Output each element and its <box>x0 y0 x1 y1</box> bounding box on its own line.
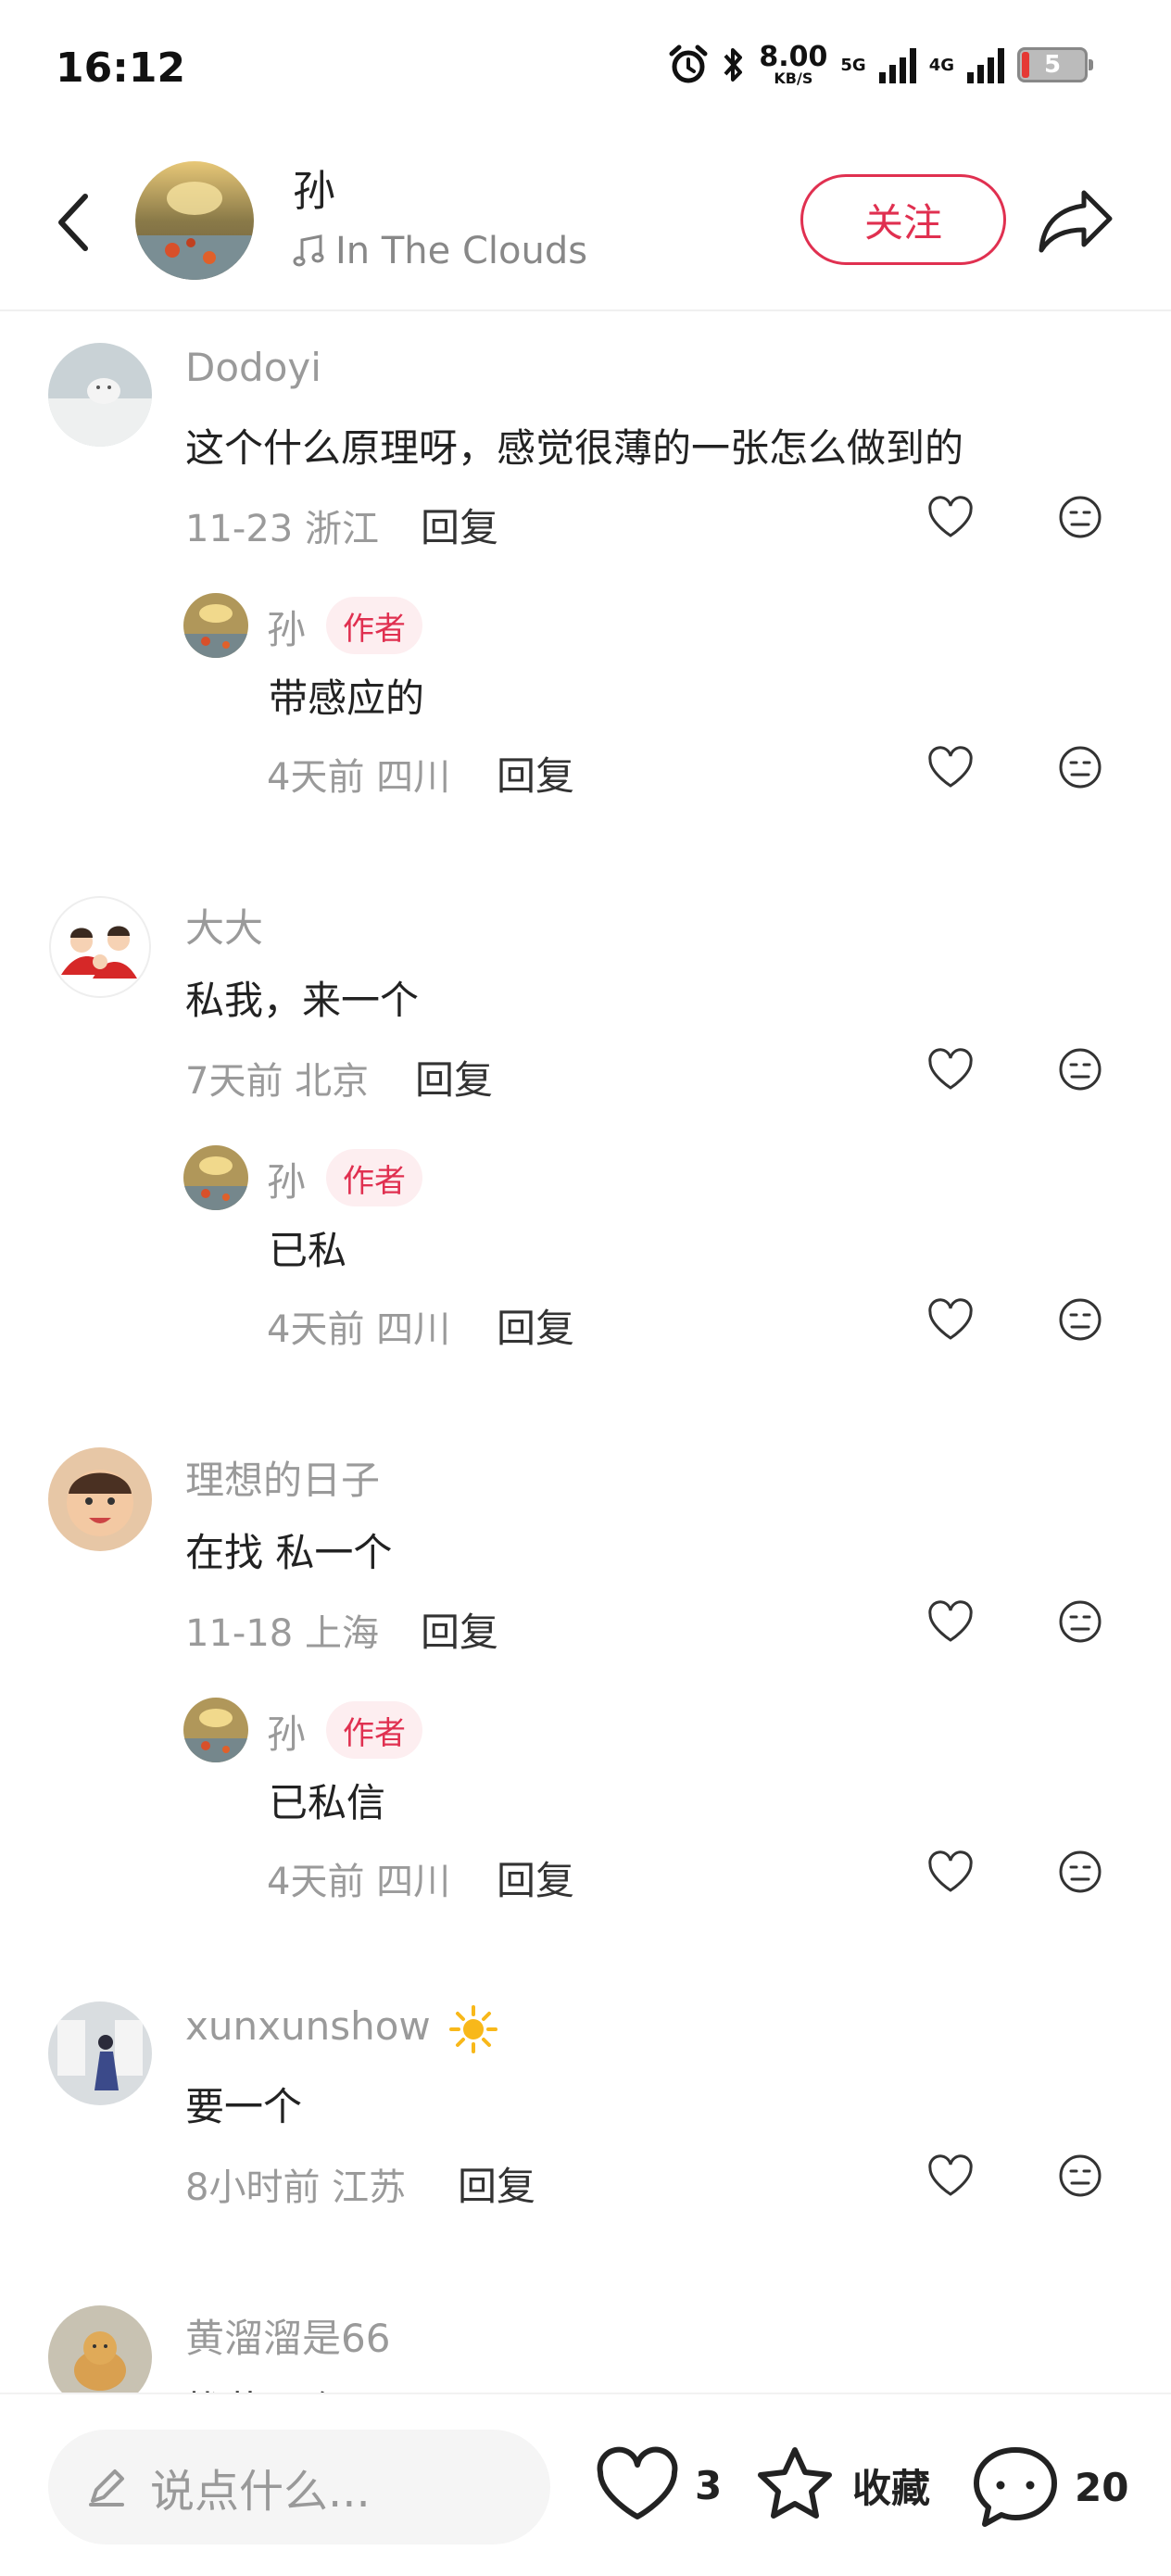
comment-input[interactable]: 说点什么... <box>48 2430 550 2544</box>
comment-text[interactable]: 私我，来一个 <box>185 969 419 1026</box>
like-heart-icon[interactable] <box>925 1846 976 1898</box>
reply-meta: 4天前 四川 <box>267 1308 451 1351</box>
comment-username[interactable]: 大大 <box>185 897 263 953</box>
comment-text[interactable]: 在找 私一个 <box>185 1522 392 1578</box>
comment-input-placeholder: 说点什么... <box>150 2466 371 2518</box>
comment-count: 20 <box>1075 2464 1129 2510</box>
share-icon[interactable] <box>1038 185 1115 256</box>
author-avatar[interactable] <box>135 161 254 280</box>
comment-meta: 7天前 北京 <box>185 1060 370 1103</box>
comment-action[interactable]: 20 <box>969 2443 1128 2532</box>
reply-text[interactable]: 带感应的 <box>269 667 424 724</box>
dislike-face-icon[interactable] <box>1054 491 1106 543</box>
post-header: 孙 In The Clouds 关注 <box>0 148 1171 311</box>
reply-button[interactable]: 回复 <box>497 745 574 802</box>
reply-button[interactable]: 回复 <box>497 1297 574 1354</box>
author-badge: 作者 <box>326 597 422 654</box>
like-heart-icon[interactable] <box>925 741 976 793</box>
reply-meta: 4天前 四川 <box>267 1861 451 1903</box>
back-icon[interactable] <box>46 185 102 259</box>
status-bar: 16:12 8.00 KB/S 5G 4G 5 <box>0 0 1171 139</box>
status-icons: 8.00 KB/S 5G 4G 5 <box>668 37 1093 93</box>
avatar[interactable] <box>48 343 152 447</box>
collect-action[interactable]: 收藏 <box>750 2443 930 2528</box>
music-link[interactable]: In The Clouds <box>293 230 587 272</box>
heart-icon <box>597 2446 678 2519</box>
comment-meta: 11-23 浙江 <box>185 508 379 550</box>
reply-username[interactable]: 孙 <box>267 599 306 655</box>
pencil-icon <box>89 2469 124 2507</box>
reply-text[interactable]: 已私信 <box>269 1772 385 1828</box>
avatar[interactable] <box>48 2001 152 2105</box>
like-heart-icon[interactable] <box>925 491 976 543</box>
avatar[interactable] <box>48 1447 152 1551</box>
dislike-face-icon[interactable] <box>1054 741 1106 793</box>
dislike-face-icon[interactable] <box>1054 1846 1106 1898</box>
alarm-icon <box>669 44 708 83</box>
avatar[interactable] <box>48 895 152 999</box>
comment-bubble-icon <box>974 2447 1057 2527</box>
comment-username[interactable]: 理想的日子 <box>185 1449 380 1506</box>
network-5g-label: 5G <box>840 55 866 75</box>
author-name[interactable]: 孙 <box>293 158 335 219</box>
dislike-face-icon[interactable] <box>1054 1043 1106 1095</box>
sun-emoji-icon <box>449 2004 498 2053</box>
signal-icon <box>878 46 916 83</box>
reply-button[interactable]: 回复 <box>497 1850 574 1906</box>
collect-label: 收藏 <box>852 2465 931 2511</box>
reply-username[interactable]: 孙 <box>267 1151 306 1207</box>
status-time: 16:12 <box>56 44 186 92</box>
reply-avatar[interactable] <box>183 1698 248 1762</box>
dislike-face-icon[interactable] <box>1054 1596 1106 1648</box>
like-count: 3 <box>695 2462 723 2508</box>
comment-meta: 8小时前 江苏 <box>185 2166 407 2209</box>
reply-button[interactable]: 回复 <box>415 1049 493 1105</box>
reply-button[interactable]: 回复 <box>458 2155 535 2212</box>
reply-button[interactable]: 回复 <box>421 497 498 553</box>
music-note-icon <box>293 234 324 267</box>
signal-icon-2 <box>967 46 1004 83</box>
like-heart-icon[interactable] <box>925 1043 976 1095</box>
reply-avatar[interactable] <box>183 593 248 658</box>
star-icon <box>758 2447 832 2519</box>
comment-username[interactable]: Dodoyi <box>185 345 321 390</box>
battery-icon: 5 <box>1017 47 1093 82</box>
comment-text[interactable]: 这个什么原理呀，感觉很薄的一张怎么做到的 <box>185 417 963 474</box>
network-speed: 8.00 KB/S <box>759 41 828 87</box>
dislike-face-icon[interactable] <box>1054 2150 1106 2202</box>
follow-button[interactable]: 关注 <box>800 174 1006 265</box>
reply-meta: 4天前 四川 <box>267 756 451 799</box>
comment-meta: 11-18 上海 <box>185 1612 379 1655</box>
comment-username[interactable]: 黄溜溜是66 <box>185 2307 390 2364</box>
like-heart-icon[interactable] <box>925 1294 976 1345</box>
author-badge: 作者 <box>326 1149 422 1206</box>
like-heart-icon[interactable] <box>925 1596 976 1648</box>
author-badge: 作者 <box>326 1701 422 1759</box>
reply-text[interactable]: 已私 <box>269 1219 346 1276</box>
reply-button[interactable]: 回复 <box>421 1601 498 1658</box>
reply-username[interactable]: 孙 <box>267 1703 306 1760</box>
music-title: In The Clouds <box>335 230 588 272</box>
comment-text[interactable]: 要一个 <box>185 2076 302 2132</box>
dislike-face-icon[interactable] <box>1054 1294 1106 1345</box>
network-4g-label: 4G <box>928 55 954 75</box>
bottom-action-bar: 说点什么... 3 收藏 20 <box>0 2393 1171 2576</box>
comment-username[interactable]: xunxunshow <box>185 2003 498 2054</box>
like-heart-icon[interactable] <box>925 2150 976 2202</box>
bluetooth-icon <box>724 48 743 82</box>
reply-avatar[interactable] <box>183 1145 248 1210</box>
like-action[interactable]: 3 <box>593 2443 722 2528</box>
